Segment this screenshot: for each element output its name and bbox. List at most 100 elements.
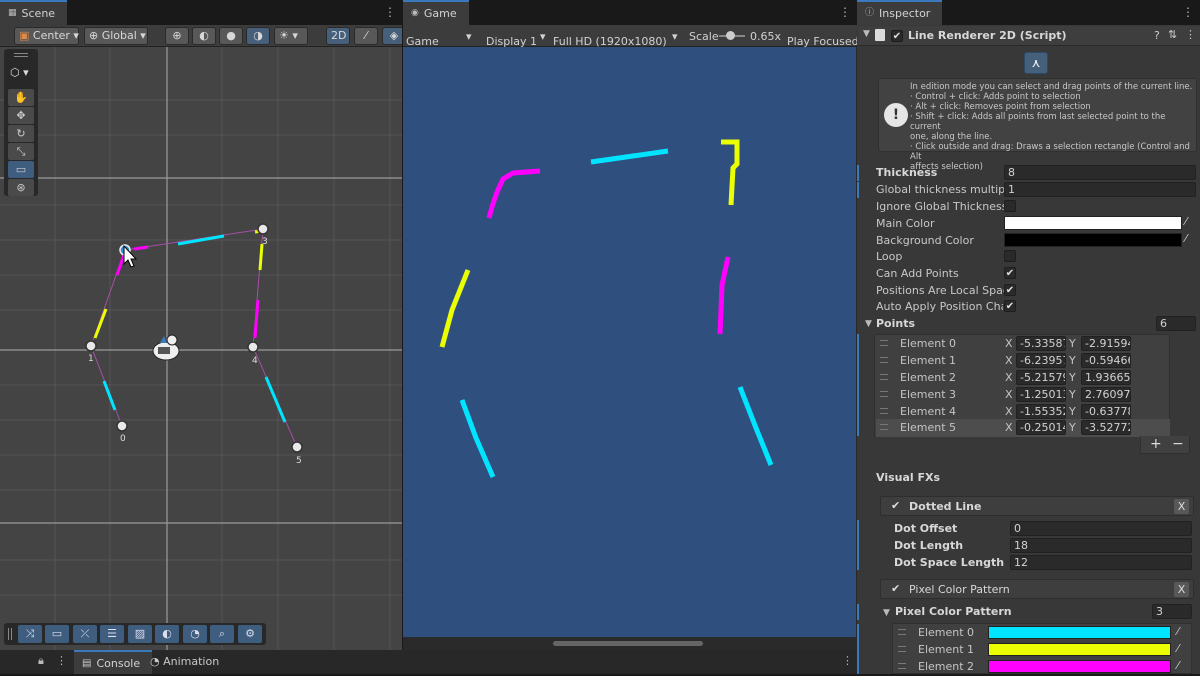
console-menu-icon[interactable]: ⋮ bbox=[842, 654, 853, 667]
drag-handle-icon[interactable] bbox=[898, 646, 906, 652]
x-field[interactable]: -5.21579 bbox=[1016, 370, 1066, 385]
scale-slider-thumb[interactable] bbox=[726, 31, 735, 40]
y-field[interactable]: -0.63778 bbox=[1081, 404, 1131, 419]
component-enabled-checkbox[interactable]: ✔ bbox=[891, 30, 903, 42]
pattern-foldout-arrow[interactable]: ▼ bbox=[883, 608, 890, 618]
view-options-icon[interactable]: ⬡ ▾ bbox=[10, 66, 29, 79]
y-field[interactable]: 2.760978 bbox=[1081, 387, 1131, 402]
drag-handle-icon[interactable] bbox=[880, 340, 888, 346]
tool-button-7[interactable]: ◔ bbox=[183, 625, 207, 643]
y-field[interactable]: 1.93665 bbox=[1081, 370, 1131, 385]
transform-tool-button[interactable]: ⊛ bbox=[8, 179, 34, 196]
lighting-button[interactable]: ◑ bbox=[246, 27, 270, 45]
list-item[interactable]: Element 0 ⁄ bbox=[894, 625, 1190, 642]
preset-icon[interactable]: ⇅ bbox=[1168, 28, 1177, 41]
move-tool-button[interactable]: ✥ bbox=[8, 107, 34, 124]
eyedropper-icon[interactable]: ⁄ bbox=[1185, 232, 1187, 245]
tab-animation[interactable]: ◔ Animation bbox=[150, 655, 219, 668]
remove-point-button[interactable]: − bbox=[1172, 436, 1184, 452]
drag-handle-icon[interactable] bbox=[880, 357, 888, 363]
drag-handle-icon[interactable] bbox=[880, 424, 888, 430]
hand-tool-button[interactable]: ✋ bbox=[8, 89, 34, 106]
x-field[interactable]: -1.25013 bbox=[1016, 387, 1066, 402]
loop-checkbox[interactable] bbox=[1004, 250, 1016, 262]
dot-space-field[interactable]: 12 bbox=[1010, 555, 1192, 570]
lock-icon[interactable]: 🔒︎ bbox=[38, 654, 44, 668]
dot-length-field[interactable]: 18 bbox=[1010, 538, 1192, 553]
y-field[interactable]: -3.52772 bbox=[1081, 420, 1131, 435]
list-item[interactable]: Element 3 X -1.25013 Y 2.760978 bbox=[876, 387, 1170, 404]
drag-handle-icon[interactable] bbox=[880, 391, 888, 397]
pixel-pattern-header[interactable]: ✔ Pixel Color Pattern X bbox=[880, 579, 1194, 599]
drag-handle-icon[interactable] bbox=[880, 408, 888, 414]
shading-button[interactable]: ◐ bbox=[192, 27, 216, 45]
space-dropdown[interactable]: ⊕ Global ▾ bbox=[84, 27, 148, 45]
tab-scene[interactable]: ▦ Scene bbox=[0, 0, 68, 25]
component-header[interactable]: ▼ ✔ Line Renderer 2D (Script) ? ⇅ ⋮ bbox=[858, 26, 1200, 46]
dot-offset-field[interactable]: 0 bbox=[1010, 521, 1192, 536]
game-scrollbar[interactable] bbox=[403, 637, 856, 650]
tab-inspector[interactable]: ⓘ Inspector bbox=[857, 0, 943, 25]
check-icon[interactable]: ✔ bbox=[891, 582, 900, 595]
game-menu-icon[interactable]: ⋮ bbox=[839, 6, 851, 18]
drag-handle-icon[interactable] bbox=[898, 663, 906, 669]
color-swatch[interactable] bbox=[988, 660, 1171, 673]
y-field[interactable]: -0.59466 bbox=[1081, 353, 1131, 368]
ignore-global-checkbox[interactable] bbox=[1004, 200, 1016, 212]
drag-handle-icon[interactable] bbox=[898, 629, 906, 635]
audio-button[interactable]: ⁄ bbox=[354, 27, 378, 45]
list-item[interactable]: Element 0 X -5.33587 Y -2.91594 bbox=[876, 336, 1170, 353]
eyedropper-icon[interactable]: ⁄ bbox=[1185, 215, 1187, 228]
local-space-checkbox[interactable]: ✔ bbox=[1004, 284, 1016, 296]
overlay-grip-bottom[interactable] bbox=[8, 628, 12, 640]
list-item[interactable]: Element 1 X -6.23957 Y -0.59466 bbox=[876, 353, 1170, 370]
tab-game[interactable]: ◉ Game bbox=[403, 0, 469, 25]
scale-tool-button[interactable]: ⤡ bbox=[8, 143, 34, 160]
fx-dropdown[interactable]: ☀ ▾ bbox=[274, 27, 308, 45]
help-icon[interactable]: ? bbox=[1154, 29, 1160, 42]
foldout-arrow-icon[interactable]: ▼ bbox=[863, 29, 870, 39]
game-view[interactable] bbox=[403, 47, 856, 637]
sphere-button[interactable]: ● bbox=[219, 27, 243, 45]
drag-handle-icon[interactable] bbox=[880, 374, 888, 380]
tool-button-9[interactable]: ⚙ bbox=[238, 625, 262, 643]
eyedropper-icon[interactable]: ⁄ bbox=[1177, 625, 1179, 638]
scene-view[interactable]: 0 1 3 4 5 bbox=[0, 47, 402, 650]
eyedropper-icon[interactable]: ⁄ bbox=[1177, 642, 1179, 655]
edit-points-button[interactable]: ⋏ bbox=[1024, 52, 1048, 74]
add-point-button[interactable]: + bbox=[1150, 436, 1162, 452]
thickness-field[interactable]: 8 bbox=[1004, 165, 1196, 180]
search-tool-button[interactable]: ⌕ bbox=[210, 625, 234, 643]
tool-button-4[interactable]: ☰ bbox=[100, 625, 124, 643]
tab-console[interactable]: ▤ Console bbox=[74, 650, 153, 674]
overlay-grip[interactable] bbox=[14, 53, 28, 57]
tool-button-6[interactable]: ◐ bbox=[155, 625, 179, 643]
pixel-pattern-close-button[interactable]: X bbox=[1174, 582, 1189, 597]
tool-button-5[interactable]: ▨ bbox=[128, 625, 152, 643]
main-color-swatch[interactable] bbox=[1004, 216, 1182, 230]
list-item[interactable]: Element 1 ⁄ bbox=[894, 642, 1190, 659]
pivot-dropdown[interactable]: ▣ Center ▾ bbox=[14, 27, 79, 45]
points-foldout-arrow[interactable]: ▼ bbox=[865, 319, 872, 329]
pattern-count-field[interactable]: 3 bbox=[1152, 604, 1192, 619]
eyedropper-icon[interactable]: ⁄ bbox=[1177, 659, 1179, 672]
global-thickness-field[interactable]: 1 bbox=[1004, 182, 1196, 197]
rect-tool-button[interactable]: ▭ bbox=[8, 161, 34, 178]
inspector-menu-icon[interactable]: ⋮ bbox=[1182, 6, 1194, 18]
tool-button-2[interactable]: ▭ bbox=[45, 625, 69, 643]
y-field[interactable]: -2.91594 bbox=[1081, 336, 1131, 351]
bottom-menu-icon[interactable]: ⋮ bbox=[56, 654, 67, 667]
mode-2d-button[interactable]: 2D bbox=[326, 27, 350, 45]
tool-button-1[interactable]: ⤨ bbox=[18, 625, 42, 643]
gizmos-button[interactable]: ◈ bbox=[382, 27, 402, 45]
dotted-line-header[interactable]: ✔ Dotted Line X bbox=[880, 496, 1194, 516]
draw-mode-button[interactable]: ⊕ bbox=[165, 27, 189, 45]
game-scrollbar-thumb[interactable] bbox=[553, 641, 703, 646]
x-field[interactable]: -5.33587 bbox=[1016, 336, 1066, 351]
color-swatch[interactable] bbox=[988, 626, 1171, 639]
scene-menu-icon[interactable]: ⋮ bbox=[384, 6, 396, 18]
tool-button-3[interactable]: ⤫ bbox=[73, 625, 97, 643]
x-field[interactable]: -1.55352 bbox=[1016, 404, 1066, 419]
background-color-swatch[interactable] bbox=[1004, 233, 1182, 247]
color-swatch[interactable] bbox=[988, 643, 1171, 656]
